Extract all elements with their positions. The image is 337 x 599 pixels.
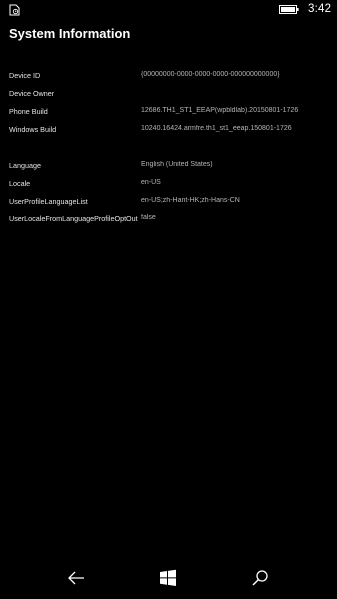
info-row-device-id: Device ID {00000000-0000-0000-0000-00000… (0, 71, 337, 85)
info-label: Device ID (9, 71, 41, 80)
info-value: en-US (141, 179, 161, 186)
info-label: Locale (9, 179, 31, 188)
info-row-phone-build: Phone Build 12686.TH1_ST1_EEAP(wpbldlab)… (0, 107, 337, 121)
info-row-locale: Locale en-US (0, 179, 337, 193)
notification-icon (9, 4, 20, 16)
battery-icon (279, 5, 299, 14)
info-label: UserProfileLanguageList (9, 197, 88, 206)
page-title: System Information (9, 26, 131, 41)
info-value: en-US;zh-Hant-HK;zh-Hans-CN (141, 197, 240, 204)
info-row-user-profile-language-list: UserProfileLanguageList en-US;zh-Hant-HK… (0, 197, 337, 211)
info-row-language: Language English (United States) (0, 161, 337, 175)
search-button[interactable] (240, 566, 280, 590)
info-label: Windows Build (9, 125, 57, 134)
status-bar: 3:42 (0, 0, 337, 20)
search-icon (252, 570, 268, 586)
navigation-bar (0, 558, 337, 599)
info-value: {00000000-0000-0000-0000-000000000000} (141, 71, 280, 78)
info-row-user-locale-opt-out: UserLocaleFromLanguageProfileOptOut fals… (0, 214, 337, 228)
info-label: Device Owner (9, 89, 55, 98)
windows-logo-icon (160, 569, 176, 586)
start-button[interactable] (148, 566, 188, 590)
clock: 3:42 (308, 3, 332, 15)
info-label: UserLocaleFromLanguageProfileOptOut (9, 214, 138, 223)
info-label: Language (9, 161, 41, 170)
info-label: Phone Build (9, 107, 48, 116)
info-value: 12686.TH1_ST1_EEAP(wpbldlab).20150801-17… (141, 107, 299, 114)
info-row-device-owner: Device Owner (0, 89, 337, 103)
info-row-windows-build: Windows Build 10240.16424.armfre.th1_st1… (0, 125, 337, 139)
info-value: English (United States) (141, 161, 213, 168)
back-arrow-icon (68, 571, 84, 585)
info-value: 10240.16424.armfre.th1_st1_eeap.150801-1… (141, 125, 292, 132)
back-button[interactable] (56, 566, 96, 590)
system-information-screen: 3:42 System Information Device ID {00000… (0, 0, 337, 599)
info-value: false (141, 214, 156, 221)
